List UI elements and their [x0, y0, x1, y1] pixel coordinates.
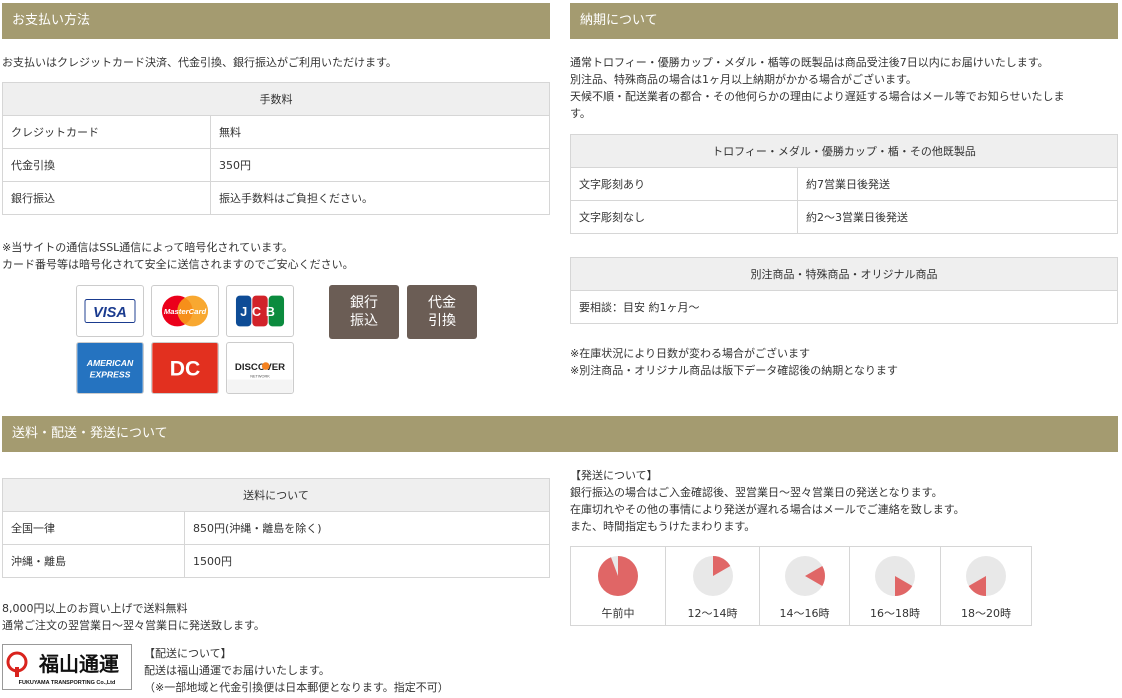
standard-table-header: トロフィー・メダル・優勝カップ・楯・その他既製品 — [570, 134, 1118, 168]
fukuyama-logo: 福山通運 FUKUYAMA TRANSPORTING Co.,Ltd — [2, 644, 132, 690]
clock-12-14-icon — [692, 556, 733, 596]
table-row: 銀行振込 振込手数料はご負担ください。 — [2, 181, 550, 215]
time-slot-12-14: 12〜14時 — [665, 546, 760, 626]
delivery-label: 文字彫刻なし — [570, 200, 798, 234]
delivery-label: 文字彫刻あり — [570, 167, 798, 201]
delivery-value: 約2〜3営業日後発送 — [797, 200, 1118, 234]
fee-method: 銀行振込 — [2, 181, 211, 215]
delivery-note-2: ※別注商品・オリジナル商品は版下データ確認後の納期となります — [570, 364, 898, 377]
ssl-note-2: カード番号等は暗号化されて安全に送信されますのでご安心ください。 — [2, 258, 354, 271]
mastercard-logo: MasterCard — [151, 285, 219, 337]
free-shipping-note: 8,000円以上のお買い上げで送料無料 — [2, 602, 188, 615]
payment-fee-table: 手数料 クレジットカード 無料 代金引換 350円 銀行振込 振込手数料はご負担… — [2, 82, 550, 215]
dispatch-line-3: また、時間指定もうけたまわります。 — [570, 520, 756, 533]
custom-delivery-value: 要相談：目安 約1ヶ月〜 — [570, 290, 1118, 324]
cod-label-2: 引換 — [428, 313, 456, 329]
amex-logo: AMERICAN EXPRESS — [76, 342, 144, 394]
discover-logo: DISCOVER NETWORK — [226, 342, 294, 394]
shipping-region: 全国一律 — [2, 511, 185, 545]
table-row: 代金引換 350円 — [2, 148, 550, 182]
payment-header: お支払い方法 — [2, 3, 550, 39]
delivery-custom-table: 別注商品・特殊商品・オリジナル商品 要相談：目安 約1ヶ月〜 — [570, 257, 1118, 324]
delivery-header: 納期について — [570, 3, 1118, 39]
time-slot-label: 14〜16時 — [779, 607, 830, 620]
cod-badge: 代金 引換 — [407, 285, 477, 339]
discover-label: DISCOVER — [235, 362, 285, 373]
fee-method: クレジットカード — [2, 115, 211, 149]
carrier-title: 【配送について】 — [144, 647, 232, 660]
carrier-line-2: （※一部地域と代金引換便は日本郵便となります。指定不可） — [144, 681, 449, 694]
fee-value: 無料 — [210, 115, 550, 149]
delivery-line-2: 別注品、特殊商品の場合は1ヶ月以上納期がかかる場合がございます。 — [570, 73, 917, 86]
logo-sub-text: FUKUYAMA TRANSPORTING Co.,Ltd — [19, 680, 116, 686]
bank-label-2: 振込 — [350, 313, 378, 329]
delivery-note-1: ※在庫状況により日数が変わる場合がございます — [570, 347, 810, 360]
shipping-header: 送料・配送・発送について — [2, 416, 1118, 452]
cod-label-1: 代金 — [428, 295, 456, 311]
shipping-region: 沖縄・離島 — [2, 544, 185, 578]
fee-table-header: 手数料 — [2, 82, 550, 116]
time-slot-morning: 午前中 — [570, 546, 666, 626]
time-slot-16-18: 16〜18時 — [849, 546, 941, 626]
shipping-fee-table: 送料について 全国一律 850円(沖縄・離島を除く) 沖縄・離島 1500円 — [2, 478, 550, 578]
shipping-fee: 1500円 — [184, 544, 550, 578]
clock-14-16-icon — [784, 556, 825, 596]
fee-value: 振込手数料はご負担ください。 — [210, 181, 550, 215]
bank-transfer-badge: 銀行 振込 — [329, 285, 399, 339]
table-row: 文字彫刻なし 約2〜3営業日後発送 — [570, 200, 1118, 234]
delivery-line-4: す。 — [570, 107, 591, 120]
fee-value: 350円 — [210, 148, 550, 182]
shipping-fee: 850円(沖縄・離島を除く) — [184, 511, 550, 545]
time-slot-label: 午前中 — [601, 607, 635, 620]
clock-18-20-icon — [966, 556, 1006, 596]
carrier-line-1: 配送は福山通運でお届けいたします。 — [144, 664, 330, 677]
dispatch-title: 【発送について】 — [570, 469, 658, 482]
table-row: 全国一律 850円(沖縄・離島を除く) — [2, 511, 550, 545]
payment-intro: お支払いはクレジットカード決済、代金引換、銀行振込がご利用いただけます。 — [2, 56, 397, 69]
dispatch-line-2: 在庫切れやその他の事情により発送が遅れる場合はメールでご連絡を致します。 — [570, 503, 965, 516]
logo-main-text: 福山通運 — [38, 652, 119, 676]
time-slot-18-20: 18〜20時 — [940, 546, 1032, 626]
table-row: 沖縄・離島 1500円 — [2, 544, 550, 578]
time-slot-14-16: 14〜16時 — [759, 546, 850, 626]
discover-sublabel: NETWORK — [250, 375, 270, 379]
time-slot-label: 12〜14時 — [687, 607, 738, 620]
mastercard-label: MasterCard — [164, 307, 207, 316]
diners-label: DC — [170, 358, 201, 381]
table-row: クレジットカード 無料 — [2, 115, 550, 149]
table-row: 文字彫刻あり 約7営業日後発送 — [570, 167, 1118, 201]
dispatch-line-1: 銀行振込の場合はご入金確認後、翌営業日〜翌々営業日の発送となります。 — [570, 486, 943, 499]
visa-logo: VISA — [76, 285, 144, 337]
delivery-line-3: 天候不順・配送業者の都合・その他何らかの理由により遅延する場合はメール等でお知ら… — [570, 90, 1065, 103]
fee-method: 代金引換 — [2, 148, 211, 182]
jcb-label: JCB — [240, 305, 279, 319]
delivery-value: 約7営業日後発送 — [797, 167, 1118, 201]
amex-label-1: AMERICAN — [86, 358, 134, 368]
custom-table-header: 別注商品・特殊商品・オリジナル商品 — [570, 257, 1118, 291]
ship-timing-note: 通常ご注文の翌営業日〜翌々営業日に発送致します。 — [2, 619, 265, 632]
jcb-logo: JCB — [226, 285, 294, 337]
table-row: 要相談：目安 約1ヶ月〜 — [570, 290, 1118, 324]
shipping-table-header: 送料について — [2, 478, 550, 512]
time-slot-label: 18〜20時 — [961, 607, 1011, 620]
amex-label-2: EXPRESS — [90, 370, 131, 380]
visa-label: VISA — [93, 305, 127, 321]
time-slot-label: 16〜18時 — [870, 607, 920, 620]
diners-logo: DC — [151, 342, 219, 394]
clock-16-18-icon — [875, 556, 915, 596]
bank-label-1: 銀行 — [350, 295, 378, 311]
ssl-note-1: ※当サイトの通信はSSL通信によって暗号化されています。 — [2, 241, 293, 254]
delivery-line-1: 通常トロフィー・優勝カップ・メダル・楯等の既製品は商品受注後7日以内にお届けいた… — [570, 56, 1049, 69]
clock-morning-icon — [598, 556, 638, 596]
delivery-standard-table: トロフィー・メダル・優勝カップ・楯・その他既製品 文字彫刻あり 約7営業日後発送… — [570, 134, 1118, 234]
